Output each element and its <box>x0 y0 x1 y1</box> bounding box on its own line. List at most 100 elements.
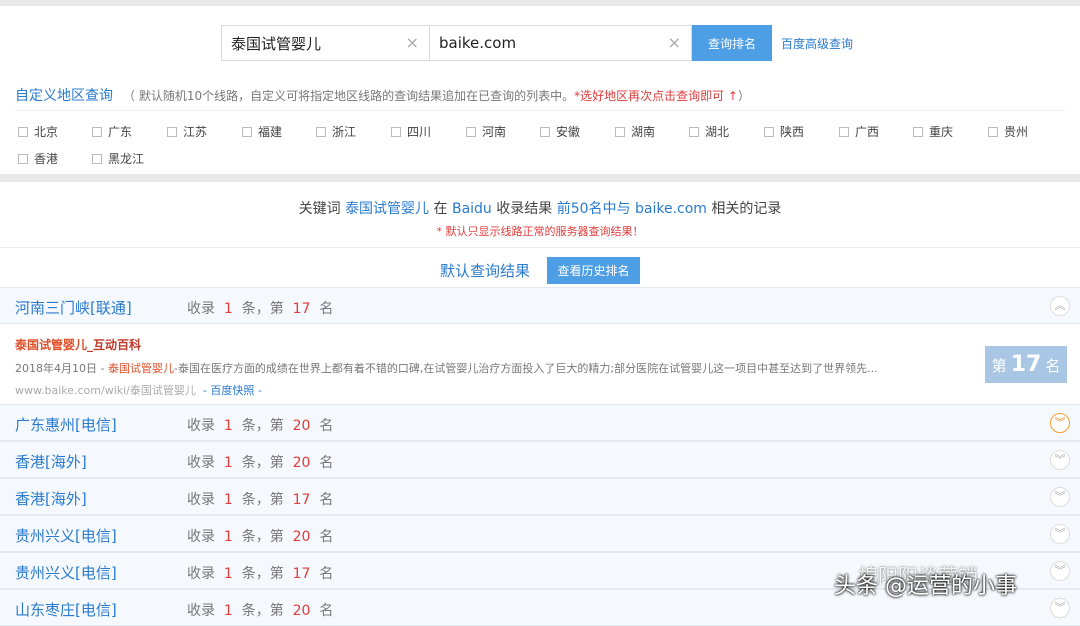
city-label: 陕西 <box>780 125 805 139</box>
city-checkbox[interactable]: 江苏 <box>167 123 207 140</box>
line-stat: 收录 1 条，第 17 名 <box>187 301 334 317</box>
city-label: 重庆 <box>929 125 954 139</box>
checkbox-icon[interactable] <box>391 126 401 137</box>
checkbox-icon[interactable] <box>242 126 252 137</box>
site-input[interactable] <box>430 26 691 60</box>
expand-icon[interactable]: ︾ <box>1050 487 1070 507</box>
city-label: 福建 <box>258 125 283 139</box>
city-label: 四川 <box>407 125 432 139</box>
city-label: 安徽 <box>556 125 581 139</box>
city-checkbox[interactable]: 安徽 <box>540 123 580 140</box>
region-hint-end: ） <box>737 89 750 103</box>
city-checkbox[interactable]: 湖北 <box>689 123 729 140</box>
summary-engine: Baidu <box>451 201 492 217</box>
search-result: 泰国试管婴儿_互动百科 2018年4月10日 - 泰国试管婴儿-泰国在医疗方面的… <box>0 324 1080 404</box>
city-checkbox[interactable]: 黑龙江 <box>92 150 144 167</box>
line-stat: 收录 1 条，第 17 名 <box>187 492 334 508</box>
summary-keyword: 泰国试管婴儿 <box>345 201 430 217</box>
expand-icon[interactable]: ︾ <box>1050 561 1070 581</box>
line-row[interactable]: 河南三门峡[联通] 收录 1 条，第 17 名 ︽ <box>0 287 1080 324</box>
city-label: 香港 <box>34 152 59 166</box>
city-checkbox[interactable]: 北京 <box>18 123 58 140</box>
checkbox-icon[interactable] <box>167 126 177 137</box>
search-row: × × 查询排名 <box>221 25 772 61</box>
result-summary: 关键词 泰国试管婴儿 在 Baidu 收录结果 前50名中与 baike.com… <box>0 198 1080 218</box>
checkbox-icon[interactable] <box>988 126 998 137</box>
line-stat: 收录 1 条，第 20 名 <box>187 455 334 471</box>
line-name: 贵州兴义[电信] <box>15 564 117 582</box>
snapshot-link[interactable]: - 百度快照 - <box>203 384 262 397</box>
city-checkbox[interactable]: 贵州 <box>988 123 1028 140</box>
checkbox-icon[interactable] <box>18 126 28 137</box>
city-label: 河南 <box>482 125 507 139</box>
line-stat: 收录 1 条，第 20 名 <box>187 603 334 619</box>
city-label: 广西 <box>855 125 880 139</box>
city-label: 贵州 <box>1004 125 1029 139</box>
checkbox-icon[interactable] <box>18 153 28 164</box>
default-results-title: 默认查询结果 <box>440 262 531 280</box>
city-label: 湖北 <box>705 125 730 139</box>
expand-icon[interactable]: ︾ <box>1050 450 1070 470</box>
checkbox-icon[interactable] <box>92 126 102 137</box>
city-checkbox[interactable]: 广东 <box>92 123 132 140</box>
query-rank-button[interactable]: 查询排名 <box>692 25 772 61</box>
region-hint: （ 默认随机10个线路，自定义可将指定地区线路的查询结果追加在已查询的列表中。 <box>123 89 575 103</box>
city-checkbox[interactable]: 浙江 <box>316 123 356 140</box>
custom-region-link[interactable]: 自定义地区查询 <box>15 88 113 104</box>
checkbox-icon[interactable] <box>316 126 326 137</box>
summary-prefix: 关键词 <box>298 201 341 217</box>
city-checkbox[interactable]: 湖南 <box>615 123 655 140</box>
result-url: www.baike.com/wiki/泰国试管婴儿 - 百度快照 - <box>15 384 262 397</box>
checkbox-icon[interactable] <box>764 126 774 137</box>
clear-keyword-icon[interactable]: × <box>406 34 419 52</box>
collapse-icon[interactable]: ︽ <box>1050 296 1070 316</box>
checkbox-icon[interactable] <box>689 126 699 137</box>
city-checkbox[interactable]: 陕西 <box>764 123 804 140</box>
line-name: 河南三门峡[联通] <box>15 299 132 317</box>
watermark-source: 头条 @运营的小事 <box>834 574 1017 599</box>
history-rank-button[interactable]: 查看历史排名 <box>547 257 640 284</box>
city-label: 湖南 <box>631 125 656 139</box>
summary-index: 收录结果 <box>496 201 553 217</box>
city-label: 黑龙江 <box>108 152 145 166</box>
city-checkbox[interactable]: 重庆 <box>913 123 953 140</box>
line-name: 香港[海外] <box>15 453 87 471</box>
city-checkbox[interactable]: 广西 <box>839 123 879 140</box>
search-panel: × × 查询排名 百度高级查询 自定义地区查询 （ 默认随机10个线路，自定义可将… <box>0 6 1080 174</box>
checkbox-icon[interactable] <box>92 153 102 164</box>
line-row[interactable]: 香港[海外] 收录 1 条，第 17 名 ︾ <box>0 478 1080 515</box>
line-row[interactable]: 广东惠州[电信] 收录 1 条，第 20 名 ︾ <box>0 404 1080 441</box>
line-stat: 收录 1 条，第 17 名 <box>187 566 334 582</box>
checkbox-icon[interactable] <box>540 126 550 137</box>
checkbox-icon[interactable] <box>913 126 923 137</box>
line-row[interactable]: 贵州兴义[电信] 收录 1 条，第 20 名 ︾ <box>0 515 1080 552</box>
city-checkbox[interactable]: 河南 <box>466 123 506 140</box>
result-title-link[interactable]: 泰国试管婴儿_互动百科 <box>15 336 141 353</box>
summary-note: * 默认只显示线路正常的服务器查询结果！ <box>436 225 644 238</box>
checkbox-icon[interactable] <box>466 126 476 137</box>
checkbox-icon[interactable] <box>615 126 625 137</box>
expand-icon[interactable]: ︾ <box>1050 598 1070 618</box>
line-name: 贵州兴义[电信] <box>15 527 117 545</box>
region-header: 自定义地区查询 （ 默认随机10个线路，自定义可将指定地区线路的查询结果追加在已查… <box>15 85 750 105</box>
advanced-query-link[interactable]: 百度高级查询 <box>781 35 853 52</box>
city-checkbox[interactable]: 四川 <box>391 123 431 140</box>
keyword-field: × <box>221 25 430 61</box>
city-checkbox[interactable]: 福建 <box>242 123 282 140</box>
rank-badge: 第 17 名 <box>985 346 1067 383</box>
line-name: 山东枣庄[电信] <box>15 601 117 619</box>
site-field: × <box>430 25 692 61</box>
city-label: 广东 <box>108 125 133 139</box>
expand-icon[interactable]: ︾ <box>1050 524 1070 544</box>
line-name: 广东惠州[电信] <box>15 416 117 434</box>
summary-range: 前50名中与 <box>556 201 631 217</box>
checkbox-icon[interactable] <box>839 126 849 137</box>
divider <box>15 110 1065 111</box>
summary-suffix: 相关的记录 <box>711 201 782 217</box>
city-label: 浙江 <box>332 125 357 139</box>
clear-site-icon[interactable]: × <box>668 34 681 52</box>
line-row[interactable]: 香港[海外] 收录 1 条，第 20 名 ︾ <box>0 441 1080 478</box>
city-checkbox[interactable]: 香港 <box>18 150 58 167</box>
expand-icon[interactable]: ︾ <box>1050 413 1070 433</box>
keyword-input[interactable] <box>222 26 429 60</box>
